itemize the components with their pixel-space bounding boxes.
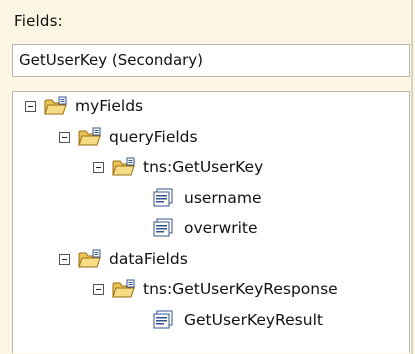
fields-tree[interactable]: myFields queryFields tns:GetUserKey user… <box>12 91 410 353</box>
fields-label: Fields: <box>14 12 63 30</box>
group-folder-icon <box>78 249 102 269</box>
tree-node-username[interactable]: username <box>153 184 262 212</box>
data-source-value: GetUserKey (Secondary) <box>19 51 204 69</box>
collapse-icon[interactable] <box>25 100 36 112</box>
tree-node-overwrite[interactable]: overwrite <box>153 214 258 242</box>
fields-task-pane: Fields: GetUserKey (Secondary) myFields <box>0 0 413 354</box>
tree-node-queryfields[interactable]: queryFields <box>59 123 198 151</box>
collapse-icon[interactable] <box>93 161 104 173</box>
tree-node-label: tns:GetUserKey <box>143 158 264 176</box>
field-icon <box>153 218 177 238</box>
tree-node-label: queryFields <box>109 128 198 146</box>
group-folder-icon <box>44 96 68 116</box>
tree-node-myfields[interactable]: myFields <box>25 92 143 120</box>
tree-node-label: myFields <box>75 97 144 115</box>
tree-node-label: GetUserKeyResult <box>184 311 323 329</box>
tree-node-label: dataFields <box>109 250 188 268</box>
collapse-icon[interactable] <box>59 131 70 143</box>
data-source-dropdown[interactable]: GetUserKey (Secondary) <box>12 44 410 77</box>
tree-node-getuserkeyresult[interactable]: GetUserKeyResult <box>153 306 323 334</box>
group-folder-icon <box>112 157 136 177</box>
field-icon <box>153 310 177 330</box>
field-icon <box>153 188 177 208</box>
tree-node-tns-getuserkeyresponse[interactable]: tns:GetUserKeyResponse <box>93 275 338 303</box>
collapse-icon[interactable] <box>93 283 104 295</box>
group-folder-icon <box>78 127 102 147</box>
collapse-icon[interactable] <box>59 253 70 265</box>
tree-node-label: overwrite <box>184 219 258 237</box>
tree-node-label: tns:GetUserKeyResponse <box>143 280 338 298</box>
group-folder-icon <box>112 279 136 299</box>
tree-node-datafields[interactable]: dataFields <box>59 245 188 273</box>
tree-node-label: username <box>184 189 262 207</box>
tree-node-tns-getuserkey[interactable]: tns:GetUserKey <box>93 153 263 181</box>
